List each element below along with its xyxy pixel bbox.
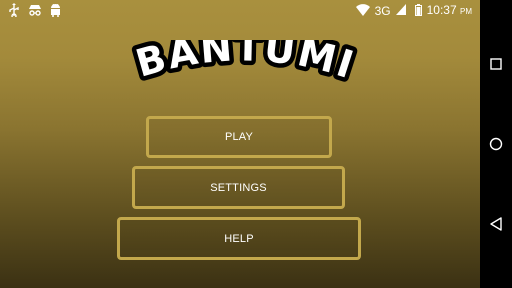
- home-icon[interactable]: [488, 136, 504, 152]
- incognito-icon: [28, 4, 42, 16]
- help-button[interactable]: HELP: [117, 217, 361, 260]
- help-button-label: HELP: [224, 232, 254, 245]
- game-title: BANTUMI: [131, 40, 358, 88]
- usb-icon: [8, 3, 20, 17]
- clock: 10:37 PM: [427, 3, 472, 19]
- recent-apps-icon[interactable]: [488, 56, 504, 72]
- battery-icon: [414, 3, 422, 19]
- clock-time: 10:37: [426, 3, 457, 17]
- status-icons-right: 3G 10:37 PM: [355, 3, 472, 19]
- settings-button-label: SETTINGS: [210, 181, 267, 194]
- status-bar: 3G 10:37 PM: [0, 0, 480, 21]
- play-button[interactable]: PLAY: [146, 116, 332, 158]
- clock-ampm: PM: [460, 7, 472, 16]
- settings-button[interactable]: SETTINGS: [132, 166, 345, 209]
- status-icons-left: [8, 3, 61, 17]
- android-icon: [50, 3, 61, 17]
- signal-icon: [395, 4, 406, 18]
- game-logo: BANTUMI BANTUMI: [127, 40, 363, 92]
- svg-text:BANTUMI: BANTUMI: [131, 40, 360, 88]
- play-button-label: PLAY: [224, 131, 254, 143]
- back-icon[interactable]: [488, 216, 504, 232]
- network-type: 3G: [374, 3, 391, 18]
- app-screen: 3G 10:37 PM BANTUMI BANTUMI PLAY SETTING…: [0, 0, 480, 288]
- wifi-icon: [355, 3, 370, 19]
- navigation-bar: [480, 0, 512, 288]
